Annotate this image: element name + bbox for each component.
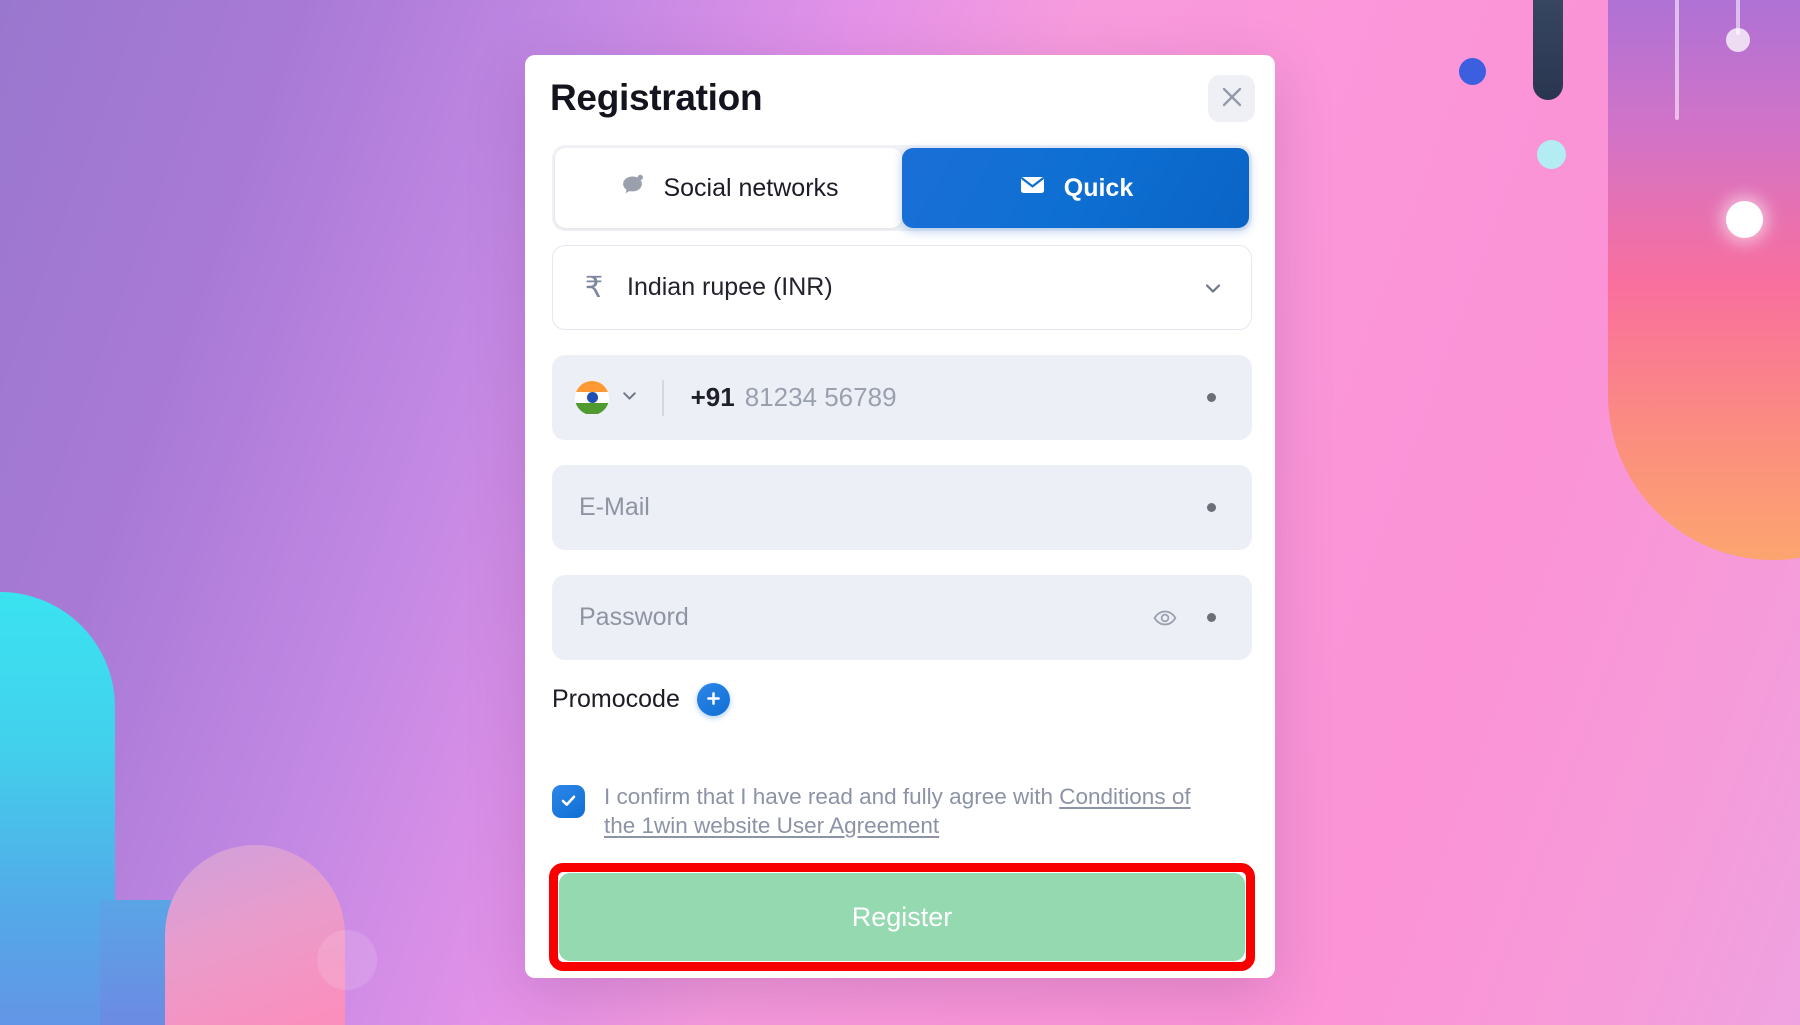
chevron-down-icon [619, 385, 640, 411]
phone-input-row[interactable]: +91 81234 56789 [552, 355, 1252, 440]
modal-header: Registration [525, 55, 1275, 145]
promocode-label: Promocode [552, 685, 680, 713]
phone-required-indicator [1207, 393, 1216, 402]
agreement-text-prefix: I confirm that I have read and fully agr… [604, 784, 1060, 809]
phone-dial-code: +91 [690, 382, 735, 412]
screen: Registration Social networks Quick ₹ Ind… [0, 0, 1800, 1025]
password-required-indicator [1207, 613, 1216, 622]
tab-quick-label: Quick [1063, 173, 1134, 202]
promocode-add-button[interactable] [696, 683, 730, 716]
password-field[interactable]: Password [579, 603, 689, 632]
background-pink-arch-shape [165, 845, 345, 1025]
currency-selected-value: Indian rupee (INR) [627, 273, 833, 301]
envelope-icon [1018, 170, 1047, 206]
page-title: Registration [550, 77, 763, 118]
currency-select[interactable]: ₹ Indian rupee (INR) [552, 245, 1252, 330]
tab-social-networks-label: Social networks [663, 173, 839, 202]
plus-icon [705, 690, 722, 710]
background-cyan-arch-shape [0, 592, 115, 1025]
background-string-line [1675, 0, 1679, 120]
background-white-dot [1726, 201, 1763, 238]
agreement-checkbox[interactable] [552, 785, 585, 818]
register-button[interactable]: Register [559, 873, 1245, 961]
password-input-row[interactable]: Password [552, 575, 1252, 660]
india-flag-icon [575, 380, 609, 415]
phone-input[interactable]: 81234 56789 [745, 382, 897, 413]
country-code-select[interactable] [575, 380, 640, 415]
background-blue-dot [1459, 58, 1486, 85]
background-gradient-blob [1608, 0, 1800, 560]
chat-bubble-icon [618, 171, 646, 206]
tab-social-networks[interactable]: Social networks [555, 148, 902, 228]
checkmark-icon [559, 791, 578, 813]
tab-quick[interactable]: Quick [902, 148, 1249, 228]
agreement-row: I confirm that I have read and fully agr… [552, 782, 1242, 840]
email-input-row[interactable]: E-Mail [552, 465, 1252, 550]
eye-icon[interactable] [1152, 605, 1178, 631]
phone-divider [662, 379, 664, 416]
close-icon [1221, 86, 1243, 111]
registration-method-tabs: Social networks Quick [552, 145, 1252, 231]
agreement-text: I confirm that I have read and fully agr… [604, 782, 1222, 840]
rupee-icon: ₹ [584, 272, 604, 304]
email-required-indicator [1207, 503, 1216, 512]
email-field[interactable]: E-Mail [579, 493, 650, 522]
background-navy-pill [1533, 0, 1563, 100]
background-string-ball [1726, 28, 1750, 52]
registration-modal: Registration Social networks Quick ₹ Ind… [525, 55, 1275, 978]
promocode-row: Promocode [552, 683, 730, 716]
close-button[interactable] [1208, 75, 1255, 122]
chevron-down-icon [1201, 276, 1225, 300]
background-small-circle [317, 930, 377, 990]
background-cyan-dot [1537, 140, 1566, 169]
